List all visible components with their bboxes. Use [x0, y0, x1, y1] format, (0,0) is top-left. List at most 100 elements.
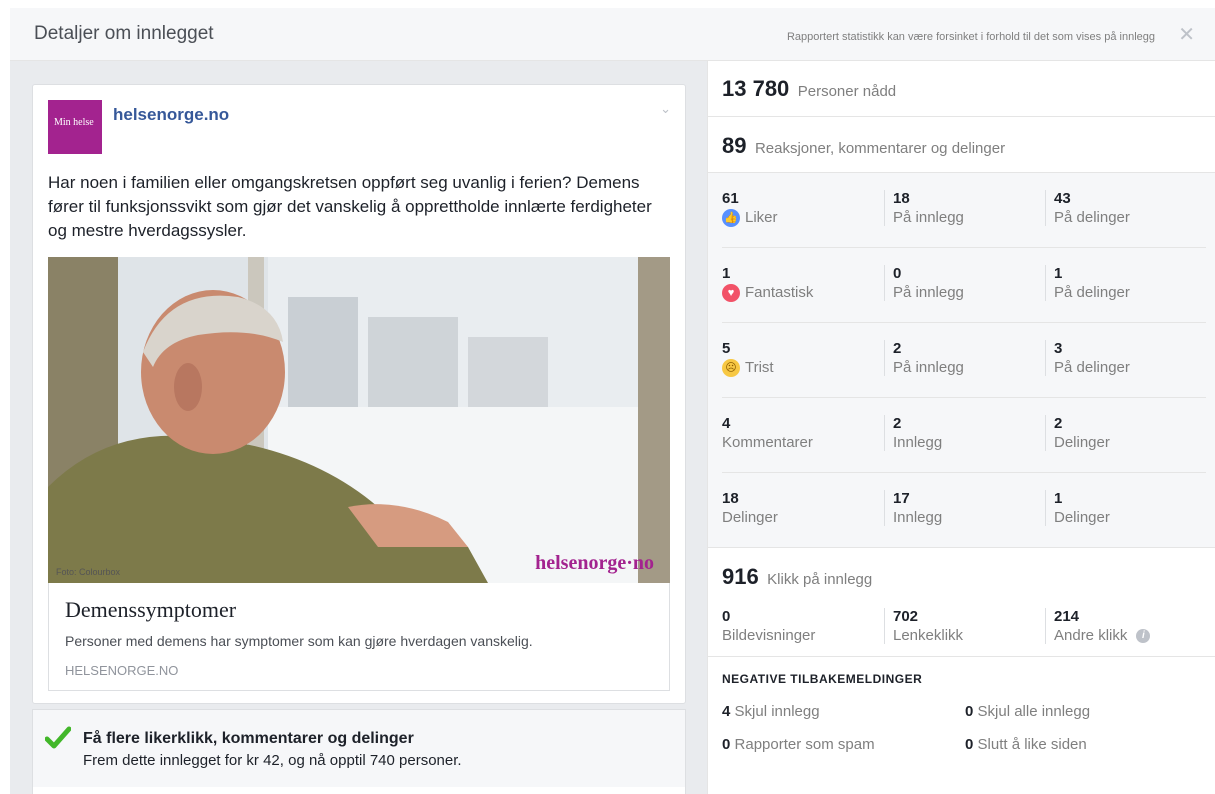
click-cell-link-clicks: 702 Lenkeklikk: [884, 608, 963, 644]
stat-label: Lenkeklikk: [893, 627, 964, 644]
post-clicks-label: Klikk på innlegg: [767, 571, 873, 588]
stat-cell-on-post: 18 På innlegg: [884, 190, 964, 226]
stat-number: 17: [893, 490, 910, 507]
stat-label-text: Trist: [745, 359, 774, 376]
post-image[interactable]: Foto: Colourbox helsenorge·no: [48, 257, 670, 583]
stat-label: På delinger: [1054, 284, 1130, 301]
stat-label: På innlegg: [893, 359, 964, 376]
stat-number: 5: [722, 340, 731, 357]
link-preview[interactable]: Demenssymptomer Personer med demens har …: [48, 583, 670, 691]
stat-cell-on-post: 2 På innlegg: [884, 340, 964, 376]
stat-cell-total: 4 Kommentarer: [722, 415, 813, 453]
check-icon: [45, 726, 71, 749]
link-description: Personer med demens har symptomer som ka…: [65, 633, 533, 649]
negative-count: 0: [965, 703, 974, 720]
post-clicks-total: 916 Klikk på innlegg: [722, 564, 872, 590]
sad-icon: ☹: [722, 359, 740, 377]
negative-count: 4: [722, 703, 731, 720]
image-brand-watermark: helsenorge·no: [535, 552, 654, 574]
reach-row: 13 780 Personer nådd: [708, 61, 1215, 117]
stat-label: Bildevisninger: [722, 627, 816, 644]
post-text: Har noen i familien eller omgangskretsen…: [48, 173, 652, 240]
page-name-link[interactable]: helsenorge.no: [113, 105, 229, 125]
stat-label: På innlegg: [893, 284, 964, 301]
stat-row-likes: 61 👍 Liker 18 På innlegg 43 På delinger: [722, 173, 1206, 248]
negative-label: Skjul innlegg: [734, 703, 820, 720]
stat-number: 18: [893, 190, 910, 207]
love-icon: ♥: [722, 284, 740, 302]
stat-label: ♥ Fantastisk: [722, 283, 813, 303]
stat-number: 18: [722, 490, 739, 507]
like-icon: 👍: [722, 209, 740, 227]
stat-number: 0: [722, 608, 731, 625]
stat-number: 702: [893, 608, 919, 625]
negative-label: Slutt å like siden: [977, 736, 1087, 753]
stat-cell-on-shares: 1 Delinger: [1045, 490, 1110, 526]
dialog-title: Detaljer om innlegget: [34, 23, 214, 44]
close-icon[interactable]: ✕: [1178, 22, 1195, 47]
post-preview-pane: Min helse helsenorge.no ⌄ Har noen i fam…: [10, 61, 707, 794]
stat-label: ☹ Trist: [722, 358, 774, 378]
stat-cell-on-shares: 2 Delinger: [1045, 415, 1110, 451]
engagement-label: Reaksjoner, kommentarer og delinger: [754, 140, 1006, 157]
info-icon[interactable]: i: [1136, 629, 1151, 643]
negative-count: 0: [965, 736, 974, 753]
stat-cell-total: 5 ☹ Trist: [722, 340, 774, 378]
negative-count: 0: [722, 736, 731, 753]
stat-label-text: Andre klikk: [1054, 627, 1128, 644]
boost-footer: [32, 787, 686, 794]
stat-label: Andre klikk i: [1054, 626, 1151, 646]
link-title[interactable]: Demenssymptomer: [65, 597, 653, 623]
boost-subtitle: Frem dette innlegget for kr 42, og nå op…: [83, 752, 462, 769]
stat-label: 👍 Liker: [722, 208, 778, 228]
stat-label: Kommentarer: [722, 434, 813, 451]
stat-number: 2: [893, 340, 902, 357]
link-domain: HELSENORGE.NO: [65, 663, 179, 678]
stat-row-shares: 18 Delinger 17 Innlegg 1 Delinger: [722, 473, 1206, 548]
stat-label-text: Fantastisk: [745, 284, 814, 301]
stat-cell-total: 1 ♥ Fantastisk: [722, 265, 813, 303]
stat-cell-on-shares: 43 På delinger: [1045, 190, 1130, 226]
post-clicks-value: 916: [722, 564, 759, 589]
post-photo: [48, 257, 670, 583]
stat-number: 2: [1054, 415, 1063, 432]
post-card: Min helse helsenorge.no ⌄ Har noen i fam…: [32, 84, 686, 704]
stat-label: På innlegg: [893, 209, 964, 226]
stat-number: 2: [893, 415, 902, 432]
boost-title: Få flere likerklikk, kommentarer og deli…: [83, 730, 414, 747]
negative-label: Skjul alle innlegg: [977, 703, 1091, 720]
stats-delay-note: Rapportert statistikk kan være forsinket…: [786, 31, 1155, 43]
stat-number: 1: [1054, 490, 1063, 507]
stat-cell-total: 61 👍 Liker: [722, 190, 778, 228]
stat-row-comments: 4 Kommentarer 2 Innlegg 2 Delinger: [722, 398, 1206, 473]
stat-number: 43: [1054, 190, 1071, 207]
negative-item-unlike-page: 0 Slutt å like siden: [965, 736, 1087, 753]
stat-cell-on-post: 0 På innlegg: [884, 265, 964, 301]
stat-cell-total: 18 Delinger: [722, 490, 778, 528]
stat-label: På delinger: [1054, 209, 1130, 226]
stat-number: 214: [1054, 608, 1080, 625]
stat-number: 4: [722, 415, 731, 432]
stat-cell-on-post: 17 Innlegg: [884, 490, 942, 526]
stat-row-love: 1 ♥ Fantastisk 0 På innlegg 1 På delinger: [722, 248, 1206, 323]
stat-label: Innlegg: [893, 434, 943, 451]
reactions-breakdown: 61 👍 Liker 18 På innlegg 43 På delinger 1…: [708, 173, 1215, 548]
click-cell-other-clicks: 214 Andre klikk i: [1045, 608, 1151, 646]
stat-number: 3: [1054, 340, 1063, 357]
stats-pane: 13 780 Personer nådd 89 Reaksjoner, komm…: [707, 61, 1215, 794]
click-cell-photo-views: 0 Bildevisninger: [722, 608, 815, 644]
stat-number: 0: [893, 265, 902, 282]
stat-label: Delinger: [722, 509, 778, 526]
negative-item-report-spam: 0 Rapporter som spam: [722, 736, 875, 753]
reach-value: 13 780: [722, 76, 790, 101]
boost-banner[interactable]: Få flere likerklikk, kommentarer og deli…: [32, 709, 686, 787]
negative-item-hide-all: 0 Skjul alle innlegg: [965, 703, 1090, 720]
negative-feedback-title: NEGATIVE TILBAKEMELDINGER: [722, 672, 923, 686]
stat-number: 1: [722, 265, 731, 282]
dialog-header: Detaljer om innlegget Rapportert statist…: [10, 8, 1215, 61]
stat-label: Delinger: [1054, 509, 1110, 526]
post-clicks-section: 916 Klikk på innlegg 0 Bildevisninger 70…: [708, 548, 1215, 657]
engagement-value: 89: [722, 133, 747, 158]
chevron-down-icon[interactable]: ⌄: [660, 101, 671, 117]
avatar[interactable]: Min helse: [48, 100, 102, 154]
